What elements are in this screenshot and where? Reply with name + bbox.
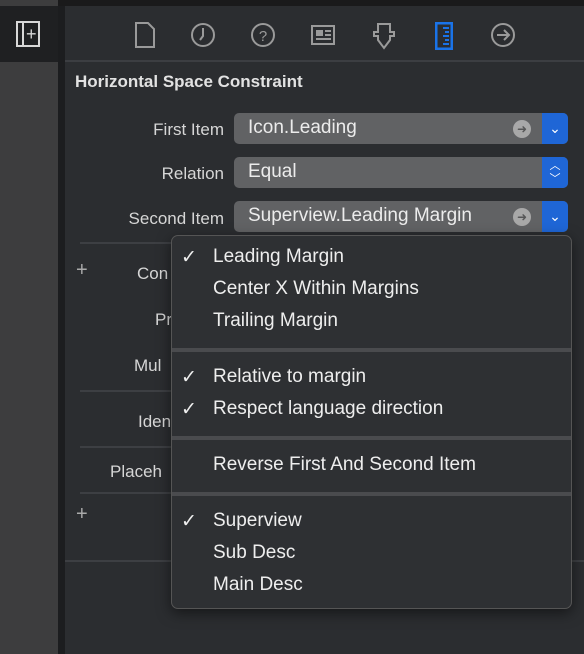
pane-divider[interactable] xyxy=(58,6,65,654)
menu-item-label: Leading Margin xyxy=(213,246,344,267)
relation-value: Equal xyxy=(248,161,297,182)
menu-item[interactable]: Sub Desc xyxy=(172,540,571,570)
first-item-value: Icon.Leading xyxy=(248,117,357,138)
checkmark-icon: ✓ xyxy=(181,511,197,532)
file-inspector-icon[interactable] xyxy=(132,22,158,50)
arrow-right-circle-icon[interactable]: ➜ xyxy=(513,120,531,138)
menu-item[interactable]: ✓ Superview xyxy=(172,508,571,538)
menu-item[interactable]: Trailing Margin xyxy=(172,308,571,338)
menu-item[interactable]: Main Desc xyxy=(172,572,571,602)
menu-item-label: Main Desc xyxy=(213,574,303,595)
size-inspector-icon[interactable] xyxy=(431,21,457,51)
identity-icon[interactable] xyxy=(310,22,336,50)
menu-item[interactable]: ✓ Respect language direction xyxy=(172,396,571,426)
multiplier-label: Mul xyxy=(134,356,162,375)
arrow-right-circle-icon[interactable]: ➜ xyxy=(513,208,531,226)
placeholder-label: Placeh xyxy=(110,462,162,481)
menu-item[interactable]: ✓ Relative to margin xyxy=(172,364,571,394)
svg-text:?: ? xyxy=(259,28,267,45)
checkmark-icon: ✓ xyxy=(181,399,197,420)
second-item-value: Superview.Leading Margin xyxy=(248,205,472,226)
add-variation-icon[interactable]: + xyxy=(76,259,88,282)
menu-separator xyxy=(172,348,571,352)
up-down-chevron-icon[interactable]: ︿ ﹀ xyxy=(542,157,568,188)
checkmark-icon: ✓ xyxy=(181,367,197,388)
checkmark-icon: ✓ xyxy=(181,247,197,268)
attributes-icon[interactable] xyxy=(371,22,397,50)
menu-item-label: Respect language direction xyxy=(213,398,444,419)
menu-separator xyxy=(172,492,571,496)
section-title: Horizontal Space Constraint xyxy=(75,72,303,91)
chevron-down-icon[interactable]: ⌄ xyxy=(542,201,568,232)
menu-item-label: Trailing Margin xyxy=(213,310,338,331)
first-item-popup[interactable]: Icon.Leading ➜ ⌄ xyxy=(234,113,568,144)
relation-label: Relation xyxy=(161,164,224,183)
menu-item-label: Relative to margin xyxy=(213,366,367,387)
chevron-down-icon[interactable]: ⌄ xyxy=(542,113,568,144)
first-item-label: First Item xyxy=(153,120,224,139)
menu-item-label: Reverse First And Second Item xyxy=(213,454,476,475)
menu-separator xyxy=(172,436,571,440)
second-item-menu: ✓ Leading Margin Center X Within Margins Tr… xyxy=(171,235,572,609)
relation-popup[interactable]: Equal ︿ ﹀ xyxy=(234,157,568,188)
menu-item[interactable]: Reverse First And Second Item xyxy=(172,452,571,482)
second-item-label: Second Item xyxy=(128,209,224,228)
second-item-popup[interactable]: Superview.Leading Margin ➜ ⌄ xyxy=(234,201,568,232)
menu-item[interactable]: Center X Within Margins xyxy=(172,276,571,306)
menu-item-label: Superview xyxy=(213,510,302,531)
help-icon[interactable]: ? xyxy=(250,22,276,50)
left-pane xyxy=(0,0,58,654)
connections-icon[interactable] xyxy=(490,22,516,50)
menu-item[interactable]: ✓ Leading Margin xyxy=(172,244,571,274)
sidebar-add-icon[interactable]: + xyxy=(16,21,40,47)
menu-item-label: Center X Within Margins xyxy=(213,278,419,299)
menu-item-label: Sub Desc xyxy=(213,542,296,563)
history-icon[interactable] xyxy=(190,22,216,50)
add-variation-icon[interactable]: + xyxy=(76,503,88,526)
inspector-toolbar: ? xyxy=(65,6,584,62)
